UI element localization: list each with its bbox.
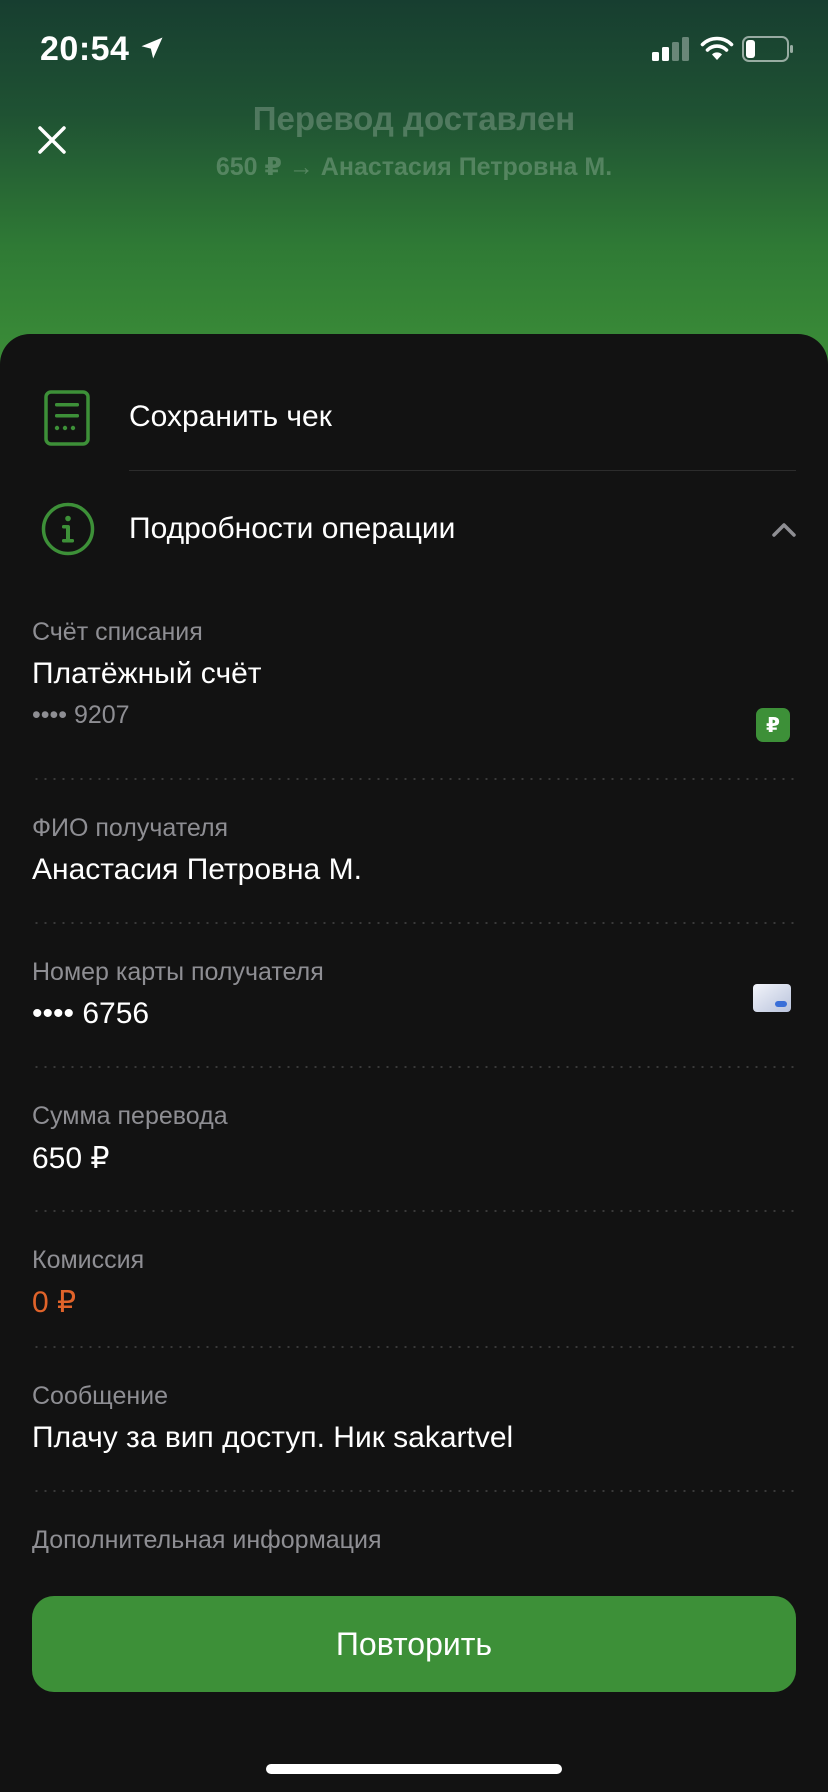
field-value: Плачу за вип доступ. Ник sakartvel [32,1421,514,1454]
location-arrow-icon [141,37,163,59]
field-label: Дополнительная информация [32,1526,382,1554]
field-label: Счёт списания [32,618,203,646]
field-label: Комиссия [32,1246,145,1274]
battery-icon [742,36,793,62]
message-field: Сообщение Плачу за вип доступ. Ник sakar… [32,1382,796,1455]
status-time: 20:54 [40,30,130,68]
operation-details-row[interactable]: Подробности операции [0,480,828,580]
field-value: Анастасия Петровна М. [32,853,362,886]
signal-icon [652,37,689,61]
repeat-button[interactable]: Повторить [32,1596,796,1692]
status-bar: 20:54 [0,0,828,100]
field-value: 0 ₽ [32,1286,77,1319]
dotted-divider [32,1210,796,1212]
card-icon [753,984,791,1012]
wifi-icon [700,36,734,60]
field-value: Платёжный счёт [32,657,262,690]
recipient-card-field: Номер карты получателя •••• 6756 [32,958,796,1031]
field-label: Сумма перевода [32,1102,228,1130]
chevron-up-icon[interactable] [770,516,798,544]
home-indicator[interactable] [266,1764,562,1774]
dotted-divider [32,1490,796,1492]
ruble-badge-icon: ₽ [756,708,790,742]
field-value: 650 ₽ [32,1142,110,1175]
extra-info-field: Дополнительная информация [32,1526,796,1555]
field-value: •••• 6756 [32,997,150,1030]
screen: 20:54 Перевод доставлен 650 ₽ → Анастаси… [0,0,828,1792]
dotted-divider [32,922,796,924]
account-number-masked: •••• 9207 [32,701,130,729]
field-label: ФИО получателя [32,814,229,842]
save-receipt-row[interactable]: Сохранить чек [0,368,828,468]
field-label: Сообщение [32,1382,169,1410]
page-subtitle: 650 ₽ → Анастасия Петровна М. [215,153,613,181]
save-receipt-label: Сохранить чек [129,400,332,433]
commission-field: Комиссия 0 ₽ [32,1246,796,1320]
receipt-icon [44,390,90,446]
dotted-divider [32,778,796,780]
divider [129,470,796,471]
transfer-amount-field: Сумма перевода 650 ₽ [32,1102,796,1176]
page-title: Перевод доставлен [252,100,576,137]
field-label: Номер карты получателя [32,958,324,986]
dotted-divider [32,1066,796,1068]
recipient-name-field: ФИО получателя Анастасия Петровна М. [32,814,796,887]
operation-details-label: Подробности операции [129,512,456,545]
info-icon [41,502,95,556]
debit-account-field[interactable]: Счёт списания Платёжный счёт •••• 9207 [32,618,796,730]
dotted-divider [32,1346,796,1348]
